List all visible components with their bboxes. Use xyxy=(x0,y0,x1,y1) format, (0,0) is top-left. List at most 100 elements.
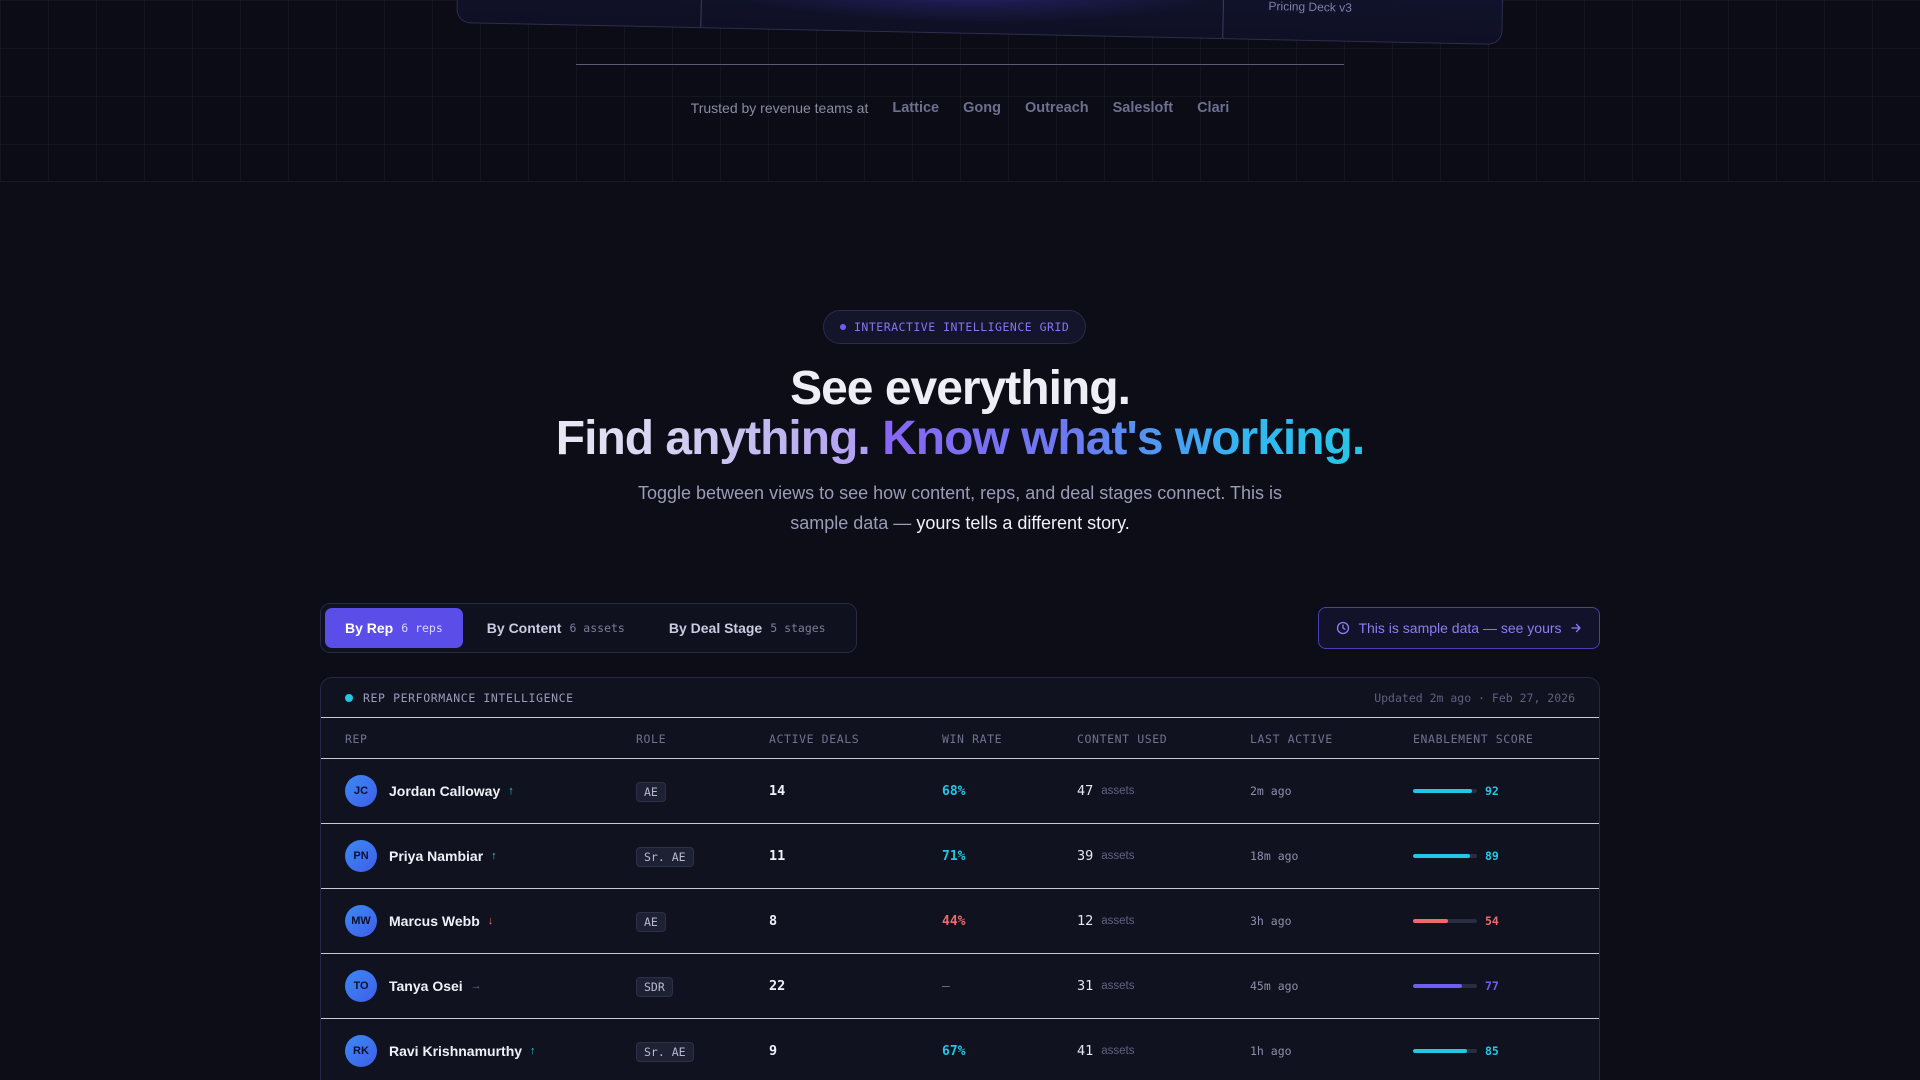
preview-glow xyxy=(697,0,1220,26)
see-your-data-button[interactable]: This is sample data — see yours xyxy=(1318,607,1600,649)
headline-know-whats-working: Know what's working. xyxy=(882,412,1365,465)
content-used-cell: 41 assets xyxy=(1077,1019,1135,1080)
last-active-value: 45m ago xyxy=(1250,979,1299,993)
enablement-score-cell: 92 xyxy=(1413,759,1499,823)
rep-cell: JC Jordan Calloway ↑ xyxy=(345,759,514,823)
trend-icon: ↑ xyxy=(530,1045,536,1057)
column-header-enablement-score[interactable]: ENABLEMENT SCORE xyxy=(1413,732,1533,746)
rep-performance-panel: REP PERFORMANCE INTELLIGENCE Updated 2m … xyxy=(320,677,1600,1080)
trusted-label: Trusted by revenue teams at xyxy=(690,100,869,116)
table-row[interactable]: PN Priya Nambiar ↑ Sr. AE 11 71% 39 asse… xyxy=(321,824,1599,889)
column-header-win-rate[interactable]: WIN RATE xyxy=(942,732,1002,746)
role-badge: SDR xyxy=(636,977,673,997)
avatar: PN xyxy=(345,840,377,872)
score-bar xyxy=(1413,984,1477,988)
last-active-value: 2m ago xyxy=(1250,784,1292,798)
table-row[interactable]: MW Marcus Webb ↓ AE 8 44% 12 assets 3h a… xyxy=(321,889,1599,954)
active-deals-cell: 8 xyxy=(769,889,777,953)
trend-icon: → xyxy=(470,980,482,992)
column-header-active-deals[interactable]: ACTIVE DEALS xyxy=(769,732,859,746)
score-value: 85 xyxy=(1485,1044,1499,1058)
column-header-content-used[interactable]: CONTENT USED xyxy=(1077,732,1167,746)
last-active-cell: 18m ago xyxy=(1250,824,1298,888)
hero-divider xyxy=(576,64,1344,65)
role-badge: Sr. AE xyxy=(636,847,694,867)
content-used-cell: 31 assets xyxy=(1077,954,1135,1018)
logo-outreach: Outreach xyxy=(1024,100,1089,116)
clock-icon xyxy=(1337,621,1350,635)
rep-cell: TO Tanya Osei → xyxy=(345,954,482,1018)
avatar: MW xyxy=(345,905,377,937)
active-deals-value: 14 xyxy=(769,783,786,799)
table-row[interactable]: TO Tanya Osei → SDR 22 — 31 assets 45m a… xyxy=(321,954,1599,1019)
role-cell: SDR xyxy=(636,954,673,1018)
win-rate-value: 44% xyxy=(942,913,966,929)
active-deals-cell: 14 xyxy=(769,759,785,823)
column-header-role[interactable]: ROLE xyxy=(636,732,666,746)
last-active-value: 18m ago xyxy=(1250,849,1299,863)
role-cell: AE xyxy=(636,759,666,823)
last-active-cell: 2m ago xyxy=(1250,759,1292,823)
eyebrow-dot-icon xyxy=(840,324,846,330)
product-preview-frame: Pricing Deck v3 xyxy=(456,0,1504,45)
score-bar xyxy=(1413,919,1477,923)
rep-name: Ravi Krishnamurthy xyxy=(389,1043,523,1059)
rep-name: Priya Nambiar xyxy=(389,848,484,864)
content-used-cell: 12 assets xyxy=(1077,889,1135,953)
tab-by-content[interactable]: By Content 6 assets xyxy=(467,608,645,648)
win-rate-cell: 44% xyxy=(942,889,965,953)
trend-icon: ↓ xyxy=(487,915,494,927)
hero-footer-zone: Pricing Deck v3 Trusted by revenue teams… xyxy=(0,0,1920,182)
headline-find-anything: Find anything. xyxy=(555,412,871,465)
content-used-value: 41 xyxy=(1077,1043,1094,1059)
win-rate-value: 67% xyxy=(942,1043,966,1059)
subtext-emphasis: yours tells a different story. xyxy=(916,513,1130,533)
rep-cell: PN Priya Nambiar ↑ xyxy=(345,824,497,888)
section-eyebrow: INTERACTIVE INTELLIGENCE GRID xyxy=(823,310,1087,344)
headline-line-1: See everything. xyxy=(790,362,1131,415)
content-used-value: 12 xyxy=(1077,913,1094,929)
score-bar xyxy=(1413,789,1477,793)
trend-icon: ↑ xyxy=(491,850,497,862)
active-deals-cell: 9 xyxy=(769,1019,777,1080)
logo-salesloft: Salesloft xyxy=(1112,100,1174,116)
win-rate-cell: 71% xyxy=(942,824,965,888)
column-header-rep[interactable]: REP xyxy=(345,732,368,746)
role-cell: Sr. AE xyxy=(636,824,694,888)
tab-by-deal-stage[interactable]: By Deal Stage 5 stages xyxy=(649,608,846,648)
rep-name: Marcus Webb xyxy=(389,913,480,929)
score-bar-fill xyxy=(1413,919,1448,923)
tab-label: By Deal Stage xyxy=(668,620,763,636)
tab-by-rep[interactable]: By Rep 6 reps xyxy=(325,608,463,648)
enablement-score-cell: 77 xyxy=(1413,954,1499,1018)
arrow-right-icon xyxy=(1570,623,1581,633)
score-bar-fill xyxy=(1413,789,1472,793)
score-bar-fill xyxy=(1413,1049,1468,1053)
enablement-score-cell: 54 xyxy=(1413,889,1499,953)
trend-icon: ↑ xyxy=(508,785,514,797)
column-header-last-active[interactable]: LAST ACTIVE xyxy=(1250,732,1333,746)
trusted-logos-bar: Trusted by revenue teams at Lattice Gong… xyxy=(0,100,1920,116)
preview-divider xyxy=(1222,0,1225,45)
table-body: JC Jordan Calloway ↑ AE 14 68% 47 assets… xyxy=(321,759,1599,1080)
view-tabs: By Rep 6 reps By Content 6 assets By Dea… xyxy=(320,603,857,653)
role-badge: AE xyxy=(636,912,666,932)
win-rate-cell: — xyxy=(942,954,950,1018)
score-value: 77 xyxy=(1485,979,1499,993)
tab-label: By Rep xyxy=(345,620,394,636)
last-active-cell: 45m ago xyxy=(1250,954,1298,1018)
table-row[interactable]: JC Jordan Calloway ↑ AE 14 68% 47 assets… xyxy=(321,759,1599,824)
win-rate-value: 68% xyxy=(942,783,966,799)
tab-count: 6 reps xyxy=(401,621,443,635)
role-badge: AE xyxy=(636,782,666,802)
role-cell: Sr. AE xyxy=(636,1019,694,1080)
content-used-cell: 47 assets xyxy=(1077,759,1135,823)
score-bar-fill xyxy=(1413,984,1463,988)
score-bar xyxy=(1413,854,1477,858)
tab-label: By Content xyxy=(486,620,562,636)
live-status-icon xyxy=(345,693,353,702)
content-used-unit: assets xyxy=(1101,915,1135,927)
content-used-unit: assets xyxy=(1101,980,1135,992)
active-deals-cell: 22 xyxy=(769,954,785,1018)
table-row[interactable]: RK Ravi Krishnamurthy ↑ Sr. AE 9 67% 41 … xyxy=(321,1019,1599,1080)
